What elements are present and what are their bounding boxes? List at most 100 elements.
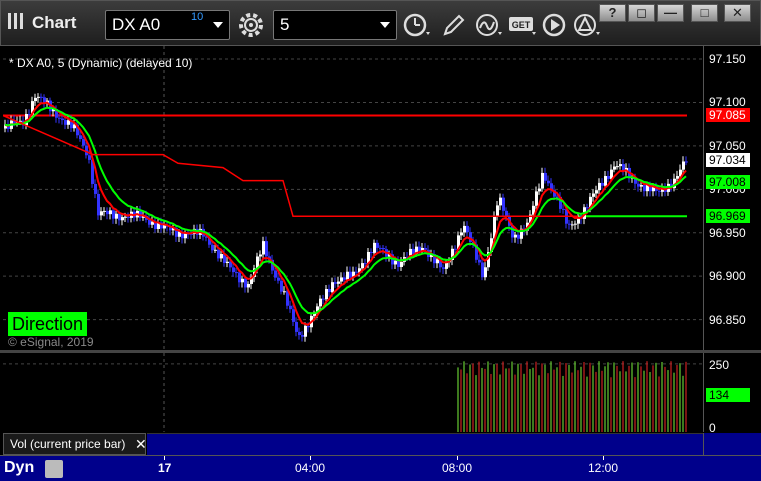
candle-body: [604, 176, 607, 186]
candle-body: [460, 232, 463, 236]
candle-body: [682, 161, 685, 170]
maximize-button[interactable]: □: [691, 4, 718, 22]
candle-body: [307, 325, 310, 328]
help-button[interactable]: ?: [599, 4, 626, 22]
price-tick-label: 96.950: [709, 225, 746, 240]
dynamic-mode-label[interactable]: Dyn: [4, 459, 34, 477]
get-data-button[interactable]: GET: [507, 10, 539, 40]
candle-body: [355, 271, 358, 273]
candle-body: [397, 260, 400, 267]
candle-body: [100, 211, 103, 216]
price-tag: 96.969: [706, 209, 750, 224]
study-curve-icon: [476, 14, 502, 36]
pencil-icon: [443, 14, 465, 36]
candle-body: [676, 176, 679, 179]
play-replay-button[interactable]: [539, 10, 571, 40]
time-axis[interactable]: Dyn 17 04:00 08:00 12:00: [0, 455, 761, 481]
price-tick-label: 96.900: [709, 269, 746, 284]
candle-body: [217, 249, 220, 259]
candle-body: [292, 309, 295, 322]
chart-app-icon: [8, 13, 23, 29]
candle-body: [244, 278, 247, 288]
candle-body: [343, 277, 346, 280]
candle-body: [280, 280, 283, 292]
candle-body: [34, 97, 37, 102]
gear-icon: [239, 13, 263, 37]
candle-body: [496, 205, 499, 217]
candle-body: [229, 261, 232, 268]
candle-body: [85, 145, 88, 156]
price-tick-label: 97.050: [709, 138, 746, 153]
chevron-down-icon: [213, 22, 223, 28]
candle-body: [340, 277, 343, 282]
candle-body: [106, 210, 109, 215]
candle-body: [61, 118, 64, 121]
candle-body: [517, 234, 520, 239]
volume-axis[interactable]: 250 134 0: [703, 353, 761, 435]
minimize-button[interactable]: —: [657, 4, 684, 22]
candle-body: [484, 267, 487, 278]
candle-body: [259, 254, 262, 257]
candle-body: [685, 161, 688, 163]
volume-pane[interactable]: [3, 353, 703, 432]
price-tick-label: 97.150: [709, 52, 746, 67]
candle-body: [379, 247, 382, 249]
close-button[interactable]: ✕: [724, 4, 751, 22]
price-pane[interactable]: * DX A0, 5 (Dynamic) (delayed 10) Direct…: [2, 46, 703, 350]
get-icon: GET: [509, 17, 536, 35]
time-template-button[interactable]: [401, 10, 433, 40]
symbol-delay-superscript: 10: [191, 11, 204, 23]
candle-body: [226, 261, 229, 263]
candle-body: [370, 251, 373, 253]
candle-body: [124, 216, 127, 218]
candle-body: [262, 241, 265, 255]
candle-body: [463, 225, 466, 233]
candle-body: [298, 331, 301, 336]
chart-caption: * DX A0, 5 (Dynamic) (delayed 10): [9, 56, 193, 70]
candle-body: [40, 96, 43, 98]
studies-button[interactable]: [473, 10, 505, 40]
candle-body: [304, 325, 307, 337]
drawing-tools-button[interactable]: [437, 10, 469, 40]
candle-body: [301, 335, 304, 337]
price-axis[interactable]: 97.15097.10097.05097.00096.95096.90096.8…: [703, 46, 761, 350]
settings-gear-button[interactable]: [235, 10, 267, 40]
candle-body: [289, 305, 292, 310]
volume-study-legend[interactable]: Vol (current price bar) ✕: [3, 433, 147, 455]
candle-body: [82, 139, 85, 146]
get-icon-label: GET: [512, 20, 531, 30]
candle-body: [115, 213, 118, 219]
candle-body: [613, 166, 616, 170]
candle-body: [127, 216, 130, 218]
symbol-input[interactable]: DX A0 10: [105, 10, 230, 40]
time-tick: [310, 456, 311, 460]
candle-body: [334, 282, 337, 284]
price-tick-label: 96.850: [709, 312, 746, 327]
symbol-value: DX A0: [112, 15, 161, 34]
candle-body: [148, 219, 151, 225]
candle-body: [121, 217, 124, 221]
candle-body: [394, 260, 397, 265]
candle-body: [88, 155, 91, 160]
candle-body: [400, 261, 403, 267]
candle-body: [640, 185, 643, 187]
close-icon[interactable]: ✕: [135, 434, 147, 454]
price-chart-canvas: [2, 46, 703, 350]
candle-body: [319, 298, 322, 307]
time-tick: [457, 456, 458, 460]
trailing-stop-line: [2, 114, 578, 217]
candle-body: [295, 321, 298, 332]
restore-button[interactable]: ◻: [628, 4, 655, 22]
lock-icon[interactable]: [45, 460, 63, 478]
interval-value: 5: [280, 15, 290, 34]
volume-legend-strip-right: [703, 433, 761, 455]
candle-body: [619, 164, 622, 167]
candle-body: [373, 242, 376, 253]
candle-body: [322, 298, 325, 300]
candle-body: [376, 242, 379, 248]
candle-body: [238, 272, 241, 283]
interval-input[interactable]: 5: [273, 10, 397, 40]
candle-body: [349, 271, 352, 278]
candle-body: [571, 224, 574, 226]
candle-body: [502, 197, 505, 211]
